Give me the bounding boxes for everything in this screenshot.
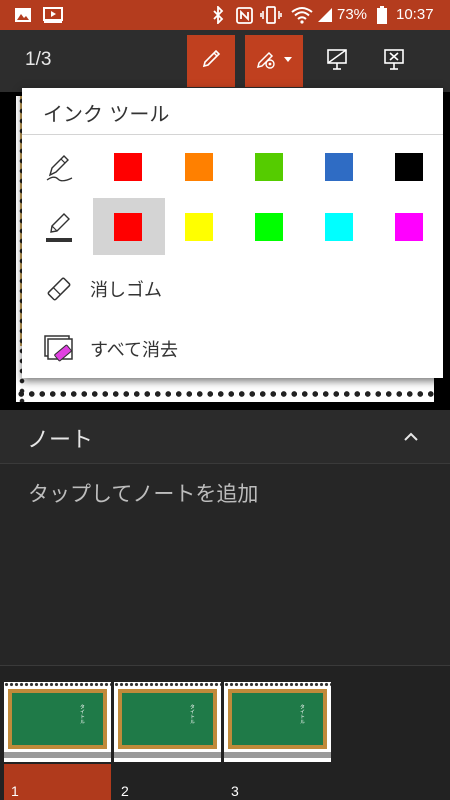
highlighter-color-swatch[interactable] [325, 213, 353, 241]
pen-color-swatch[interactable] [114, 153, 142, 181]
pen-color-swatch[interactable] [325, 153, 353, 181]
thumbnail-number: 1 [11, 783, 19, 799]
app-root: 73% 10:37 1/3 インク ツール 消しゴム すべて消去 ノート タップ… [0, 0, 450, 800]
pen-color-swatch[interactable] [255, 153, 283, 181]
ink-settings-button[interactable] [245, 35, 303, 87]
chevron-up-icon[interactable] [396, 422, 426, 452]
battery-icon [376, 0, 388, 30]
thumbnail-image: タイトル [224, 682, 331, 762]
highlighter-color-swatch[interactable] [255, 213, 283, 241]
vibrate-icon [260, 0, 282, 30]
thumbnail-ledge [4, 752, 111, 758]
thumbnail-title: タイトル [79, 704, 85, 724]
thumbnail-board [228, 689, 327, 749]
divider [22, 134, 443, 135]
slide-border-dots [16, 388, 434, 400]
status-bar: 73% 10:37 [0, 0, 450, 30]
thumbnail-label-bar: 3 [224, 764, 331, 800]
thumbnail-board [118, 689, 217, 749]
eraser-label[interactable]: 消しゴム [90, 276, 162, 302]
notes-header[interactable]: ノート [0, 410, 450, 464]
clear-all-label[interactable]: すべて消去 [90, 336, 178, 362]
bluetooth-icon [210, 0, 226, 30]
thumbnail-border [114, 682, 221, 687]
highlighter-tool-icon[interactable] [40, 208, 78, 246]
pen-icon [200, 48, 222, 74]
wifi-icon [290, 0, 314, 30]
slide-toolbar: 1/3 [0, 30, 450, 92]
nfc-icon [234, 0, 254, 30]
notes-area[interactable]: タップしてノートを追加 [0, 465, 450, 665]
slide-thumbnail[interactable]: タイトル 3 [224, 682, 331, 800]
signal-icon [316, 0, 334, 30]
thumbnail-label-bar: 2 [114, 764, 221, 800]
media-icon [42, 0, 64, 30]
highlighter-color-swatch[interactable] [114, 213, 142, 241]
pen-tool-icon[interactable] [42, 151, 76, 185]
thumbnail-ledge [114, 752, 221, 758]
slide-thumbnail-strip: タイトル 1 タイトル 2 タイトル 3 [0, 665, 450, 800]
thumbnail-number: 3 [231, 783, 239, 799]
thumbnail-board [8, 689, 107, 749]
thumbnail-image: タイトル [4, 682, 111, 762]
page-indicator: 1/3 [25, 49, 52, 70]
thumbnail-label-bar: 1 [4, 764, 111, 800]
slide-thumbnail[interactable]: タイトル 1 [4, 682, 111, 800]
ink-tools-popup: インク ツール 消しゴム すべて消去 [22, 88, 443, 378]
notes-title: ノート [27, 428, 94, 453]
slide-tool-icon [325, 47, 349, 75]
thumbnail-number: 2 [121, 783, 129, 799]
gallery-icon [12, 0, 34, 30]
thumbnail-title: タイトル [299, 704, 305, 724]
clear-all-icon[interactable] [42, 332, 78, 366]
eraser-icon[interactable] [42, 272, 76, 306]
thumbnail-border [4, 682, 111, 687]
pen-button[interactable] [187, 35, 235, 87]
highlighter-color-swatch[interactable] [185, 213, 213, 241]
end-slideshow-button[interactable] [375, 35, 413, 87]
pen-color-swatch[interactable] [185, 153, 213, 181]
pen-color-swatch[interactable] [395, 153, 423, 181]
ink-tools-title: インク ツール [43, 102, 170, 126]
thumbnail-title: タイトル [189, 704, 195, 724]
battery-percent: 73% [337, 6, 368, 23]
slide-thumbnail[interactable]: タイトル 2 [114, 682, 221, 800]
clock: 10:37 [396, 6, 434, 23]
slide-tool-button[interactable] [318, 35, 356, 87]
thumbnail-border [224, 682, 331, 687]
close-slide-icon [382, 47, 406, 75]
ink-settings-icon [254, 47, 294, 75]
thumbnail-ledge [224, 752, 331, 758]
notes-placeholder[interactable]: タップしてノートを追加 [28, 478, 258, 508]
thumbnail-image: タイトル [114, 682, 221, 762]
highlighter-color-swatch[interactable] [395, 213, 423, 241]
